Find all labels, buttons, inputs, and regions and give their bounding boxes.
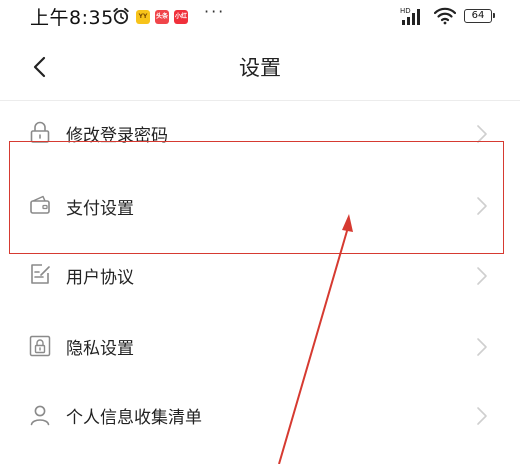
- chevron-right-icon: [477, 407, 487, 425]
- battery-icon: 64: [464, 9, 495, 23]
- settings-item-privacy[interactable]: 隐私设置: [0, 310, 520, 380]
- chevron-right-icon: [477, 338, 487, 356]
- chevron-right-icon: [477, 125, 487, 143]
- settings-item-label: 个人信息收集清单: [66, 408, 202, 428]
- yy-app-icon: YY: [136, 10, 150, 24]
- settings-item-label: 支付设置: [66, 199, 134, 219]
- settings-item-personal-info-list[interactable]: 个人信息收集清单: [0, 380, 520, 450]
- settings-item-label: 用户协议: [66, 268, 134, 288]
- settings-item-label: 修改登录密码: [66, 126, 168, 146]
- user-icon: [30, 405, 50, 426]
- toutiao-app-icon: 头条: [155, 10, 169, 24]
- chevron-right-icon: [477, 267, 487, 285]
- settings-item-user-agreement[interactable]: 用户协议: [0, 240, 520, 310]
- page-title: 设置: [239, 56, 281, 80]
- status-indicators: HD 64: [400, 5, 495, 27]
- settings-item-label: 隐私设置: [66, 339, 134, 359]
- settings-item-change-password[interactable]: 修改登录密码: [0, 100, 520, 170]
- document-edit-icon: [31, 264, 50, 284]
- status-bar: 上午8:35 YY 头条 小红书 ··· HD 64: [0, 0, 520, 34]
- settings-item-payment[interactable]: 支付设置: [0, 170, 520, 240]
- lock-icon: [30, 121, 50, 143]
- chevron-right-icon: [477, 197, 487, 215]
- wallet-icon: [30, 195, 50, 214]
- network-label: HD: [400, 7, 411, 15]
- privacy-lock-icon: [29, 335, 51, 357]
- xiaohongshu-app-icon: 小红书: [174, 10, 188, 24]
- more-notifications-indicator: ···: [204, 2, 226, 21]
- nav-bar: 设置: [0, 34, 520, 101]
- status-time: 上午8:35: [30, 7, 114, 29]
- wifi-icon: [434, 7, 456, 25]
- signal-icon: HD: [400, 7, 420, 25]
- alarm-icon: [113, 7, 129, 25]
